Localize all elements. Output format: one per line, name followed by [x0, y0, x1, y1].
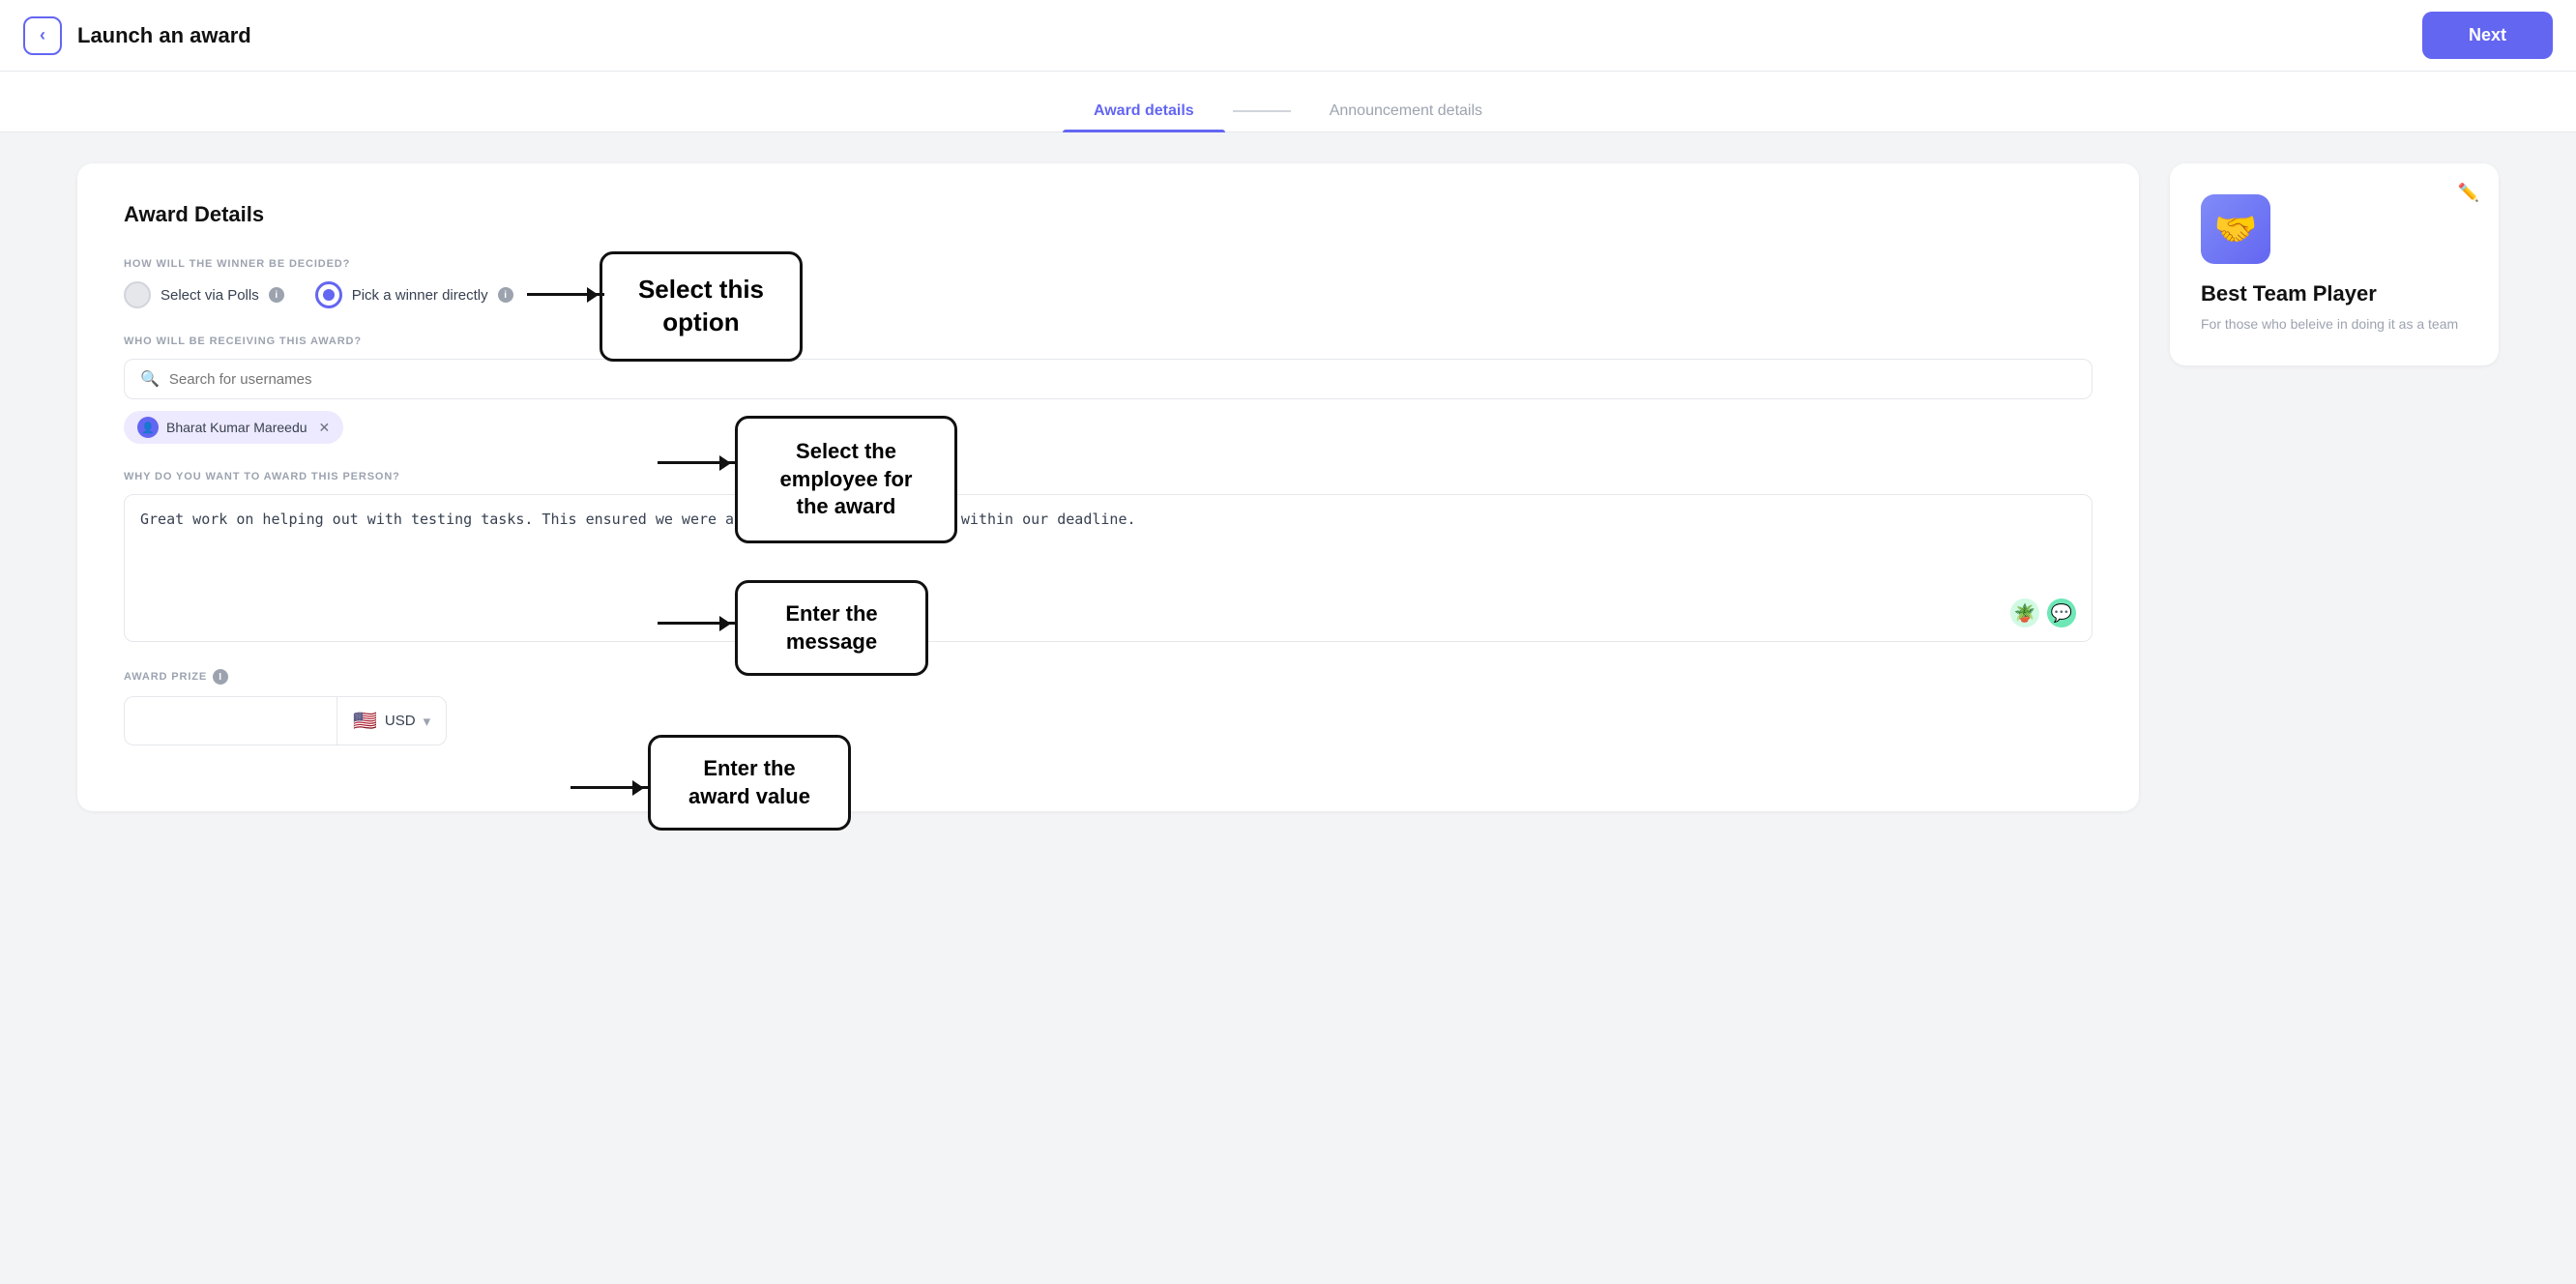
form-section-title: Award Details	[124, 202, 2093, 227]
header-left: ‹ Launch an award	[23, 16, 251, 55]
radio-direct-circle	[315, 281, 342, 308]
employee-tag: 👤 Bharat Kumar Mareedu ✕	[124, 411, 343, 444]
award-desc: For those who beleive in doing it as a t…	[2201, 314, 2468, 335]
chevron-down-icon: ▾	[424, 713, 431, 730]
chevron-left-icon: ‹	[40, 25, 45, 45]
award-name: Best Team Player	[2201, 281, 2468, 306]
prize-row: 50 🇺🇸 USD ▾	[124, 696, 2093, 745]
recipient-group: WHO WILL BE RECEIVING THIS AWARD? 🔍 👤 Bh…	[124, 336, 2093, 444]
search-input-wrap[interactable]: 🔍	[124, 359, 2093, 399]
tab-announcement-details[interactable]: Announcement details	[1299, 91, 1513, 131]
prize-group: AWARD PRIZE i 50 🇺🇸 USD ▾	[124, 669, 2093, 745]
tab-award-details[interactable]: Award details	[1063, 91, 1225, 131]
radio-polls-circle	[124, 281, 151, 308]
reason-textarea[interactable]: Great work on helping out with testing t…	[140, 509, 2076, 586]
page-title: Launch an award	[77, 23, 251, 48]
main-content: Award Details HOW WILL THE WINNER BE DEC…	[0, 132, 2576, 842]
award-icon: 🤝	[2201, 194, 2270, 264]
tab-divider	[1233, 110, 1291, 112]
search-input[interactable]	[169, 371, 2076, 388]
winner-label: HOW WILL THE WINNER BE DECIDED?	[124, 258, 2093, 270]
prize-info-icon[interactable]: i	[213, 669, 228, 685]
recipient-label: WHO WILL BE RECEIVING THIS AWARD?	[124, 336, 2093, 347]
chat-icon[interactable]: 💬	[2047, 598, 2076, 627]
form-card: Award Details HOW WILL THE WINNER BE DEC…	[77, 163, 2139, 811]
radio-direct-label: Pick a winner directly	[352, 287, 488, 304]
tabs: Award details Announcement details	[0, 72, 2576, 132]
reason-label: WHY DO YOU WANT TO AWARD THIS PERSON?	[124, 471, 2093, 482]
tag-remove-button[interactable]: ✕	[319, 420, 331, 436]
search-icon: 🔍	[140, 369, 160, 389]
winner-decision-group: HOW WILL THE WINNER BE DECIDED? Select v…	[124, 258, 2093, 308]
textarea-icons: 🪴 💬	[140, 598, 2076, 627]
prize-label: AWARD PRIZE i	[124, 669, 2093, 685]
radio-row: Select via Polls i Pick a winner directl…	[124, 281, 2093, 308]
radio-polls-label: Select via Polls	[161, 287, 259, 304]
textarea-wrap: Great work on helping out with testing t…	[124, 494, 2093, 642]
next-button[interactable]: Next	[2422, 12, 2553, 59]
flag-icon: 🇺🇸	[353, 709, 377, 733]
emoji-icon[interactable]: 🪴	[2010, 598, 2039, 627]
sidebar-card: ✏️ 🤝 Best Team Player For those who bele…	[2170, 163, 2499, 365]
currency-select[interactable]: 🇺🇸 USD ▾	[337, 696, 447, 745]
direct-info-icon[interactable]: i	[498, 287, 513, 303]
reason-group: WHY DO YOU WANT TO AWARD THIS PERSON? Gr…	[124, 471, 2093, 642]
header: ‹ Launch an award Next	[0, 0, 2576, 72]
prize-input[interactable]: 50	[124, 696, 337, 745]
radio-polls-option[interactable]: Select via Polls i	[124, 281, 284, 308]
back-button[interactable]: ‹	[23, 16, 62, 55]
radio-direct-option[interactable]: Pick a winner directly i	[315, 281, 513, 308]
tag-avatar: 👤	[137, 417, 159, 438]
polls-info-icon[interactable]: i	[269, 287, 284, 303]
edit-icon[interactable]: ✏️	[2458, 183, 2479, 203]
